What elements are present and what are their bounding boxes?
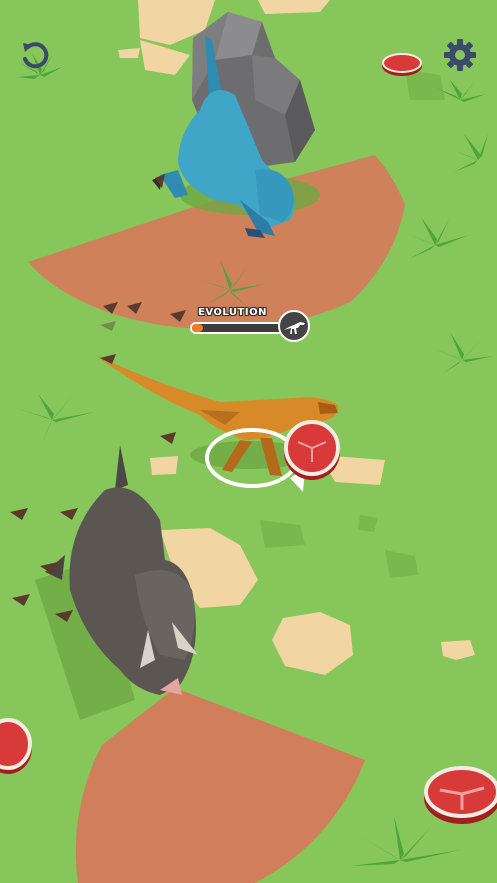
meat-pickup[interactable]	[284, 420, 340, 480]
meat-pickup[interactable]	[0, 718, 32, 774]
gear-icon	[444, 39, 476, 71]
raptor-silhouette-icon	[284, 322, 305, 334]
evolution-badge	[278, 310, 310, 342]
settings-button[interactable]	[440, 35, 480, 75]
meat-pickup[interactable]	[424, 766, 497, 824]
evolution-progress-track	[190, 322, 286, 334]
game-scene	[0, 0, 497, 883]
evolution-progress-fill	[192, 324, 204, 332]
restart-icon	[23, 42, 49, 69]
triceratops-vision-cone	[75, 688, 366, 883]
evolution-label: EVOLUTION	[198, 307, 267, 318]
meat-pickup[interactable]	[382, 53, 422, 76]
game-viewport[interactable]: EVOLUTION	[0, 0, 497, 883]
evolution-meter: EVOLUTION	[188, 306, 314, 342]
restart-button[interactable]	[16, 36, 56, 76]
